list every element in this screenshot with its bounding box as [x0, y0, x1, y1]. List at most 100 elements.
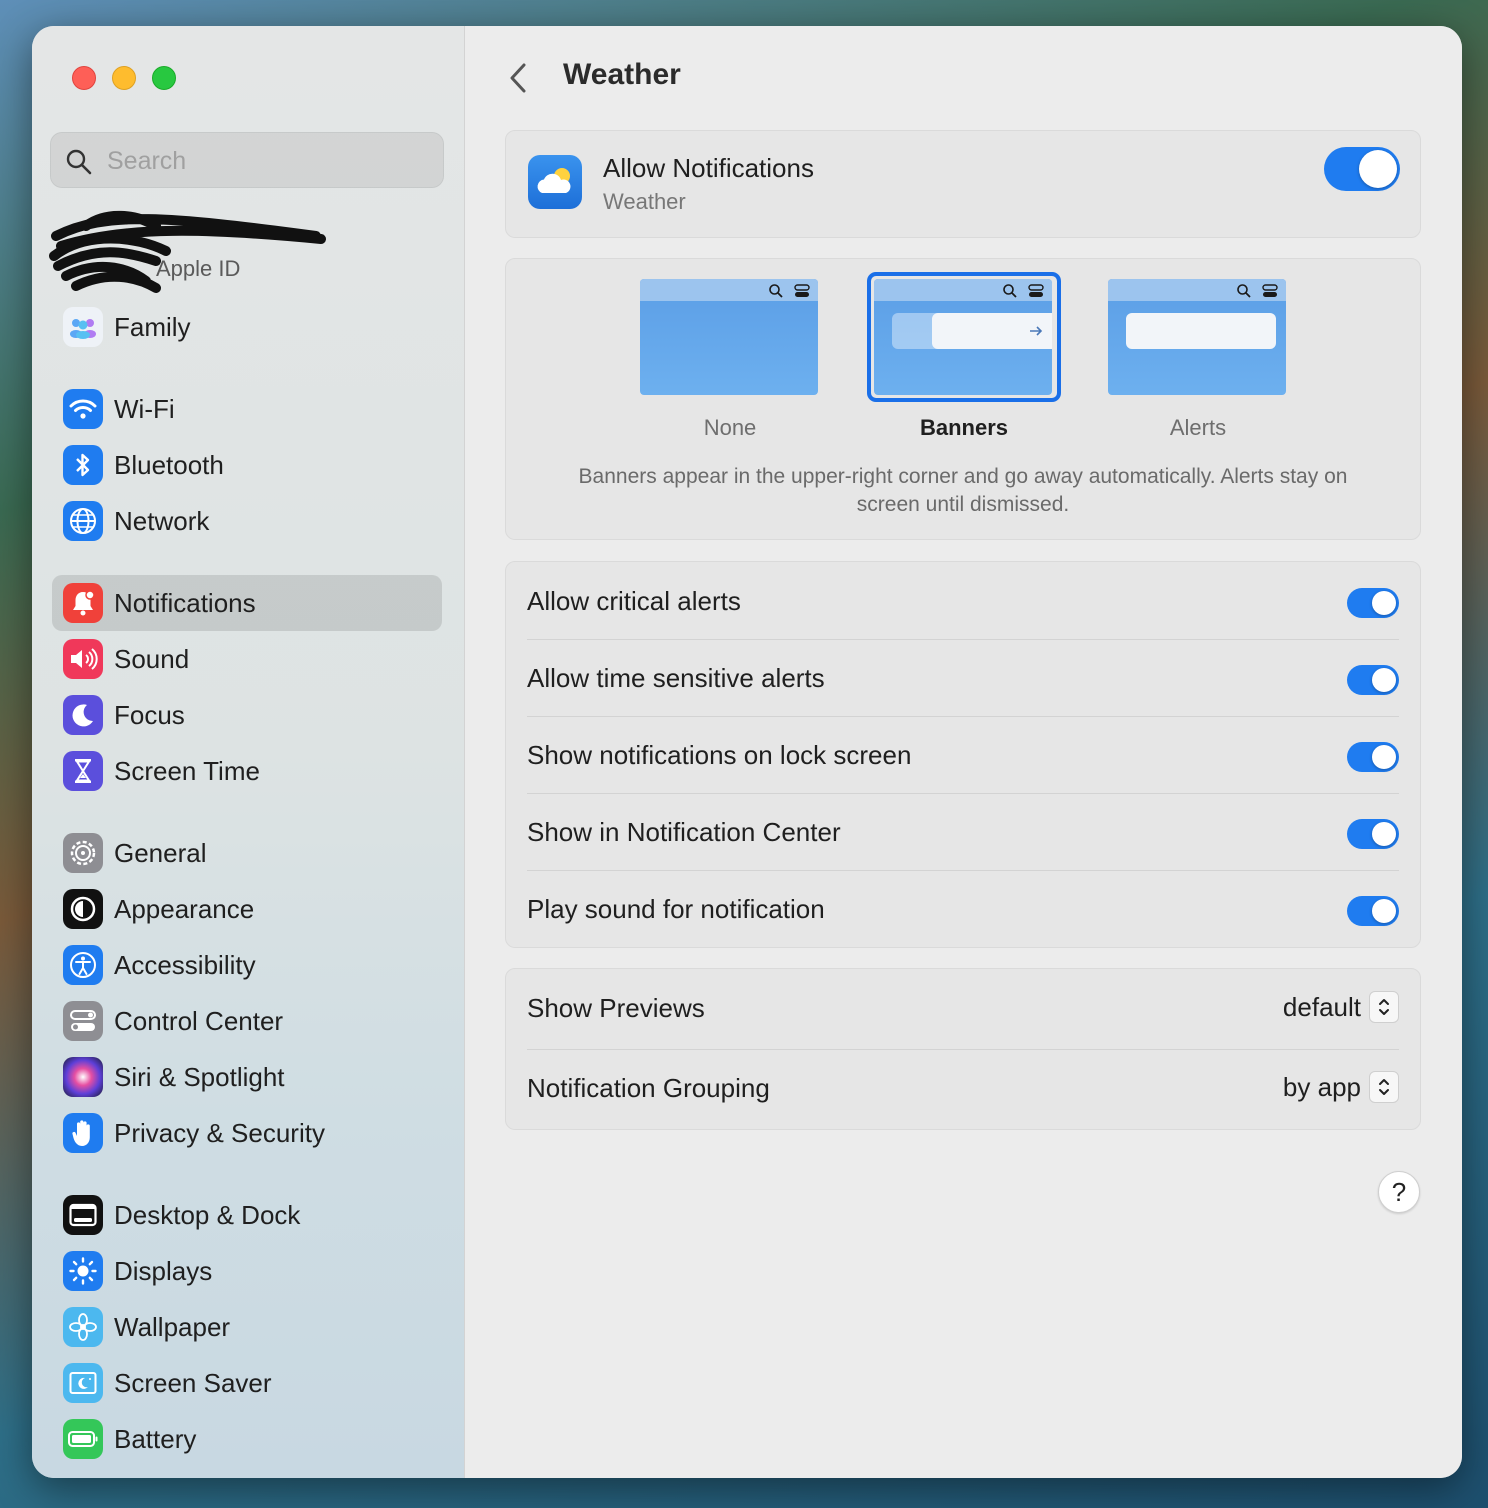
arrow-right-icon [1030, 326, 1043, 336]
alert-style-none-preview [640, 279, 818, 395]
notification-grouping-label: Notification Grouping [527, 1073, 770, 1103]
help-button[interactable]: ? [1378, 1171, 1420, 1213]
alert-style-alerts[interactable]: Alerts [1108, 279, 1288, 441]
notification-grouping-row: Notification Grouping by app [527, 1049, 1399, 1129]
alert-style-description: Banners appear in the upper-right corner… [578, 465, 1348, 516]
allow-notifications-title: Allow Notifications [603, 153, 814, 183]
time-sensitive-toggle[interactable] [1347, 665, 1399, 695]
selected-outline [867, 272, 1061, 402]
sidebar-item-label: Control Center [114, 1005, 284, 1036]
sidebar-item-general[interactable]: General [52, 825, 442, 881]
previews-grouping-card: Show Previews default Notification Group… [505, 968, 1421, 1130]
sidebar-item-label: General [114, 837, 207, 868]
alert-style-banners[interactable]: Banners [867, 272, 1061, 441]
zoom-window-button[interactable] [152, 66, 176, 90]
sidebar-item-label: Family [114, 311, 191, 342]
sidebar-item-accessibility[interactable]: Accessibility [52, 937, 442, 993]
banner-sample [932, 313, 1052, 349]
hourglass-icon [63, 751, 103, 791]
close-window-button[interactable] [72, 66, 96, 90]
sidebar-item-label: Displays [114, 1255, 213, 1286]
settings-window: Apple ID Family Wi-Fi Bluetooth Net [32, 26, 1462, 1478]
show-previews-row: Show Previews default [527, 969, 1399, 1050]
apple-id-label: Apple ID [156, 256, 241, 281]
sidebar-item-sound[interactable]: Sound [52, 631, 442, 687]
control-center-icon [794, 284, 810, 297]
critical-alerts-toggle[interactable] [1347, 588, 1399, 618]
gear-icon [63, 833, 103, 873]
sidebar-item-bluetooth[interactable]: Bluetooth [52, 437, 442, 493]
sidebar-item-notifications[interactable]: Notifications [52, 575, 442, 631]
sidebar-item-siri-spotlight[interactable]: Siri & Spotlight [52, 1049, 442, 1105]
sidebar-item-screen-saver[interactable]: Screen Saver [52, 1355, 442, 1411]
sidebar-item-label: Privacy & Security [114, 1117, 325, 1148]
search-input[interactable] [105, 141, 429, 181]
sidebar-item-wallpaper[interactable]: Wallpaper [52, 1299, 442, 1355]
notification-center-row: Show in Notification Center [527, 793, 1399, 871]
chevron-updown-icon [1369, 1071, 1399, 1103]
hand-icon [63, 1113, 103, 1153]
show-previews-popup[interactable]: default [1283, 991, 1399, 1023]
battery-icon [63, 1419, 103, 1459]
sidebar-item-privacy-security[interactable]: Privacy & Security [52, 1105, 442, 1161]
sidebar-item-label: Accessibility [114, 949, 256, 980]
alert-style-none-label: None [703, 415, 757, 440]
alert-style-none[interactable]: None [640, 279, 820, 441]
critical-alerts-row: Allow critical alerts [527, 562, 1399, 640]
search-icon [1237, 284, 1251, 298]
notification-grouping-popup[interactable]: by app [1283, 1071, 1399, 1103]
notification-center-toggle[interactable] [1347, 819, 1399, 849]
sidebar-item-label: Desktop & Dock [114, 1199, 301, 1230]
sidebar-item-label: Wi-Fi [114, 393, 175, 424]
sidebar-item-wifi[interactable]: Wi-Fi [52, 381, 442, 437]
sidebar-item-appearance[interactable]: Appearance [52, 881, 442, 937]
alert-sample [1126, 313, 1276, 349]
lock-screen-row: Show notifications on lock screen [527, 716, 1399, 794]
alert-style-banners-label: Banners [919, 415, 1009, 440]
dock-icon [63, 1195, 103, 1235]
play-sound-label: Play sound for notification [527, 894, 825, 924]
search-icon [66, 149, 92, 175]
sidebar-item-desktop-dock[interactable]: Desktop & Dock [52, 1187, 442, 1243]
control-center-icon [1028, 284, 1044, 297]
moon-icon [63, 695, 103, 735]
sidebar-item-label: Bluetooth [114, 449, 224, 480]
sidebar-item-displays[interactable]: Displays [52, 1243, 442, 1299]
speaker-icon [63, 639, 103, 679]
sidebar-item-screen-time[interactable]: Screen Time [52, 743, 442, 799]
redaction-scribble [49, 210, 326, 293]
allow-notifications-card: Allow Notifications Weather [505, 130, 1421, 238]
apple-id-row[interactable]: Apple ID [46, 206, 346, 296]
accessibility-icon [63, 945, 103, 985]
sidebar-item-label: Siri & Spotlight [114, 1061, 285, 1092]
search-icon [1003, 284, 1017, 298]
sidebar-item-network[interactable]: Network [52, 493, 442, 549]
critical-alerts-label: Allow critical alerts [527, 586, 741, 616]
bell-icon [63, 583, 103, 623]
bluetooth-icon [63, 445, 103, 485]
sidebar-item-focus[interactable]: Focus [52, 687, 442, 743]
sidebar-item-label: Appearance [114, 893, 255, 924]
sidebar-item-label: Screen Saver [114, 1367, 272, 1398]
alert-style-alerts-label: Alerts [1169, 415, 1227, 440]
play-sound-toggle[interactable] [1347, 896, 1399, 926]
sidebar-item-family[interactable]: Family [52, 299, 442, 355]
sidebar-item-label: Focus [114, 699, 185, 730]
time-sensitive-row: Allow time sensitive alerts [527, 639, 1399, 717]
lock-screen-toggle[interactable] [1347, 742, 1399, 772]
control-center-icon [1262, 284, 1278, 297]
chevron-left-icon [510, 63, 526, 93]
allow-notifications-toggle[interactable] [1324, 147, 1400, 191]
back-button[interactable] [503, 60, 533, 96]
family-icon [63, 307, 103, 347]
search-field[interactable] [50, 132, 444, 188]
alert-style-banners-preview [874, 279, 1052, 395]
lock-screen-label: Show notifications on lock screen [527, 740, 912, 770]
sidebar-item-label: Notifications [114, 587, 256, 618]
allow-notifications-app-name: Weather [603, 189, 686, 214]
sidebar-item-battery[interactable]: Battery [52, 1411, 442, 1467]
minimize-window-button[interactable] [112, 66, 136, 90]
globe-icon [63, 501, 103, 541]
sidebar-item-control-center[interactable]: Control Center [52, 993, 442, 1049]
notification-grouping-value: by app [1282, 1071, 1361, 1102]
